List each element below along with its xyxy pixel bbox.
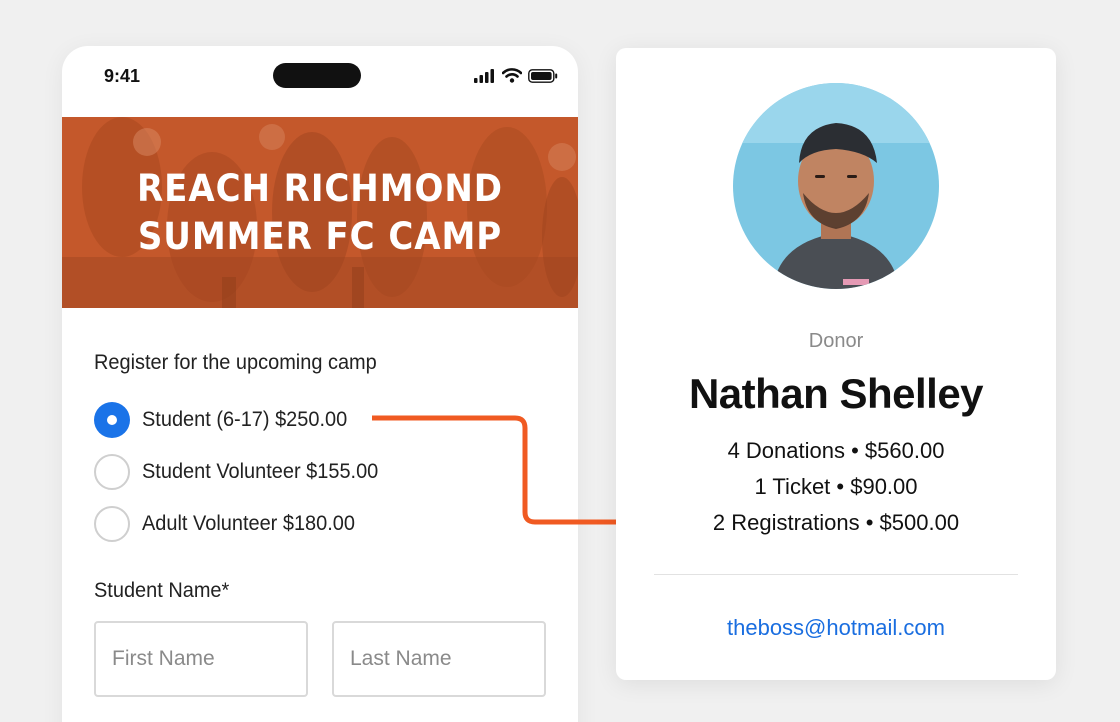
battery-icon xyxy=(528,68,558,83)
student-name-label: Student Name* xyxy=(94,579,230,602)
donor-stat-donations: 4 Donations • $560.00 xyxy=(727,438,945,463)
form-heading: Register for the upcoming camp xyxy=(94,351,377,374)
avatar-photo xyxy=(733,83,939,289)
registration-form: Register for the upcoming camp Student (… xyxy=(94,351,554,697)
camp-title-line-2: SUMMER FC CAMP xyxy=(137,215,503,258)
radio-unselected-icon[interactable] xyxy=(94,454,130,490)
card-divider xyxy=(654,574,1018,575)
radio-unselected-icon[interactable] xyxy=(94,506,130,542)
option-adult-volunteer[interactable]: Adult Volunteer $180.00 xyxy=(94,506,366,542)
donor-stat-tickets: 1 Ticket • $90.00 xyxy=(754,474,918,499)
status-time: 9:41 xyxy=(104,66,141,86)
option-student-volunteer[interactable]: Student Volunteer $155.00 xyxy=(94,454,391,490)
donor-role: Donor xyxy=(808,330,864,352)
last-name-input[interactable] xyxy=(332,621,546,697)
phone-frame: 9:41 REACH RICHMOND SUMMER FC CAMP Regis… xyxy=(62,46,578,722)
signal-icon xyxy=(474,68,494,83)
dynamic-island xyxy=(273,63,361,88)
radio-selected-icon[interactable] xyxy=(94,402,130,438)
option-label: Adult Volunteer $180.00 xyxy=(142,512,355,535)
donor-email-link[interactable]: theboss@hotmail.com xyxy=(616,615,1056,641)
donor-avatar xyxy=(733,83,939,289)
option-label: Student (6-17) $250.00 xyxy=(142,408,348,431)
status-bar: 9:41 xyxy=(62,46,578,116)
option-label: Student Volunteer $155.00 xyxy=(142,460,379,483)
camp-title-line-1: REACH RICHMOND xyxy=(137,167,503,210)
donor-name: Nathan Shelley xyxy=(688,370,984,417)
camp-hero-banner: REACH RICHMOND SUMMER FC CAMP xyxy=(62,117,578,308)
status-icons xyxy=(474,68,558,83)
donor-stat-registrations: 2 Registrations • $500.00 xyxy=(712,510,960,535)
first-name-input[interactable] xyxy=(94,621,308,697)
camp-title: REACH RICHMOND SUMMER FC CAMP xyxy=(83,165,558,261)
donor-card: Donor Nathan Shelley 4 Donations • $560.… xyxy=(616,48,1056,680)
wifi-icon xyxy=(502,68,522,83)
option-student[interactable]: Student (6-17) $250.00 xyxy=(94,402,358,438)
